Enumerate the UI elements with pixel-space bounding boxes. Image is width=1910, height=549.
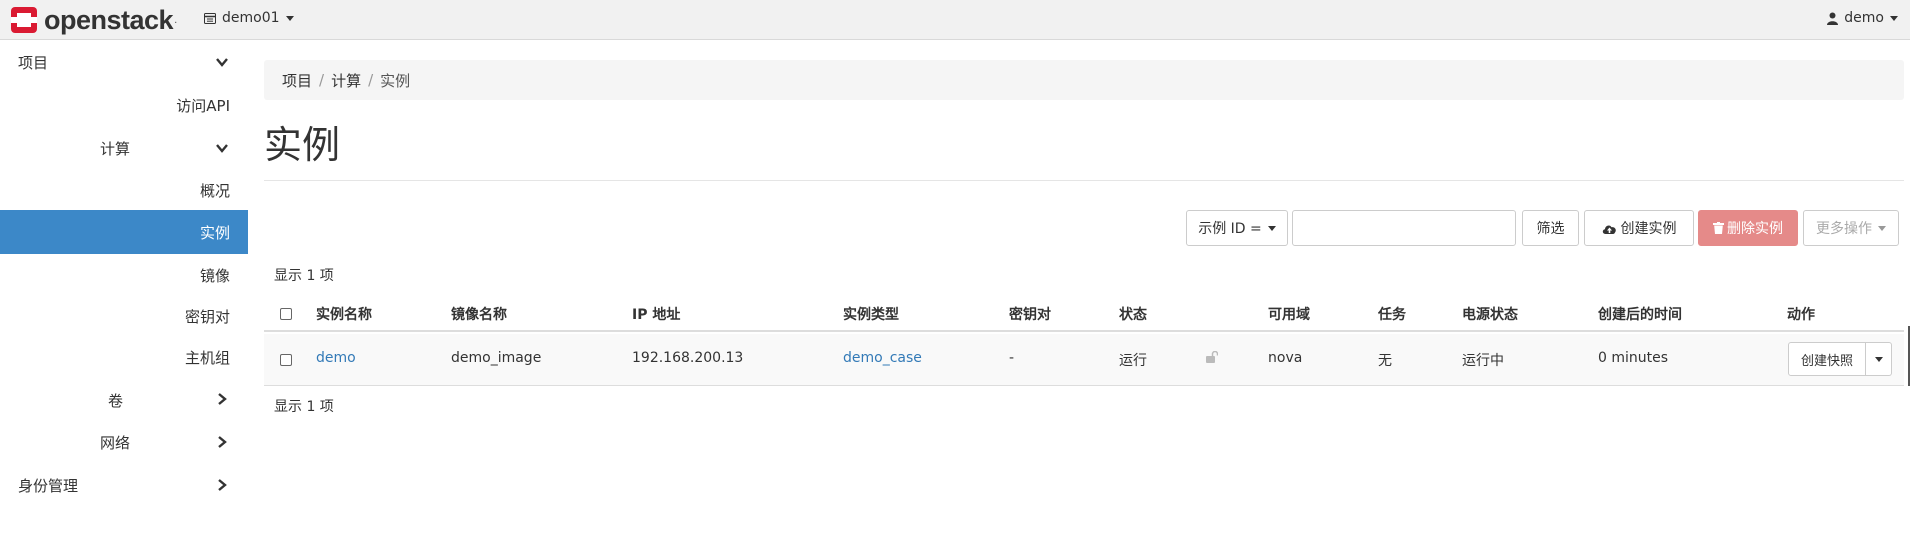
column-header-ip[interactable]: IP 地址	[632, 304, 680, 324]
brand-mark: .	[174, 14, 178, 26]
column-header-age[interactable]: 创建后的时间	[1598, 304, 1682, 324]
create-instance-button[interactable]: 创建实例	[1584, 210, 1694, 246]
sidebar-item-overview[interactable]: 概况	[200, 180, 230, 201]
sidebar-item-label: 访问API	[176, 97, 230, 115]
chevron-down-icon	[216, 144, 228, 153]
create-snapshot-label: 创建快照	[1801, 353, 1854, 369]
project-list-icon	[204, 12, 216, 24]
breadcrumb-item-project[interactable]: 项目	[282, 70, 312, 91]
column-header-status[interactable]: 状态	[1119, 304, 1147, 324]
chevron-right-icon	[218, 393, 227, 405]
project-switcher[interactable]: demo01	[204, 10, 294, 26]
sidebar: 项目 访问API 计算 概况 实例 镜像 密钥对 主机组 卷 网络 身份管理	[0, 40, 248, 549]
sidebar-item-compute[interactable]: 计算	[100, 138, 130, 159]
more-actions-label: 更多操作	[1816, 221, 1872, 237]
filter-field-select[interactable]: 示例 ID =	[1186, 210, 1288, 246]
zone-cell: nova	[1268, 350, 1303, 366]
table-row: demo demo_image 192.168.200.13 demo_case…	[264, 334, 1904, 386]
sidebar-item-keypairs[interactable]: 密钥对	[185, 306, 230, 327]
sidebar-item-api-access[interactable]: 访问API	[176, 95, 230, 116]
sidebar-item-network[interactable]: 网络	[100, 432, 130, 453]
delete-instances-button[interactable]: 删除实例	[1698, 210, 1798, 246]
column-header-image[interactable]: 镜像名称	[451, 304, 507, 324]
unlock-icon	[1206, 351, 1218, 363]
title-divider	[264, 180, 1904, 181]
sidebar-item-label: 主机组	[184, 349, 230, 367]
select-all-checkbox[interactable]	[280, 308, 292, 320]
column-header-name[interactable]: 实例名称	[316, 304, 372, 324]
user-icon	[1827, 12, 1839, 25]
sidebar-item-identity[interactable]: 身份管理	[18, 475, 78, 496]
keypair-cell: -	[1009, 350, 1015, 366]
chevron-down-icon	[1890, 15, 1898, 21]
filter-field-label: 示例 ID =	[1198, 221, 1262, 237]
chevron-right-icon	[218, 479, 227, 491]
filter-button[interactable]: 筛选	[1522, 210, 1579, 246]
chevron-down-icon	[216, 58, 228, 67]
sidebar-item-label: 计算	[100, 140, 131, 158]
sidebar-item-label: 项目	[18, 54, 49, 72]
row-actions: 创建快照	[1788, 342, 1893, 376]
sidebar-item-label: 概况	[199, 182, 230, 200]
more-actions-button[interactable]: 更多操作	[1803, 210, 1899, 246]
project-name: demo01	[222, 10, 280, 26]
column-header-power[interactable]: 电源状态	[1462, 304, 1518, 324]
flavor-link[interactable]: demo_case	[843, 350, 922, 366]
sidebar-item-volumes[interactable]: 卷	[108, 390, 123, 411]
column-header-zone[interactable]: 可用域	[1268, 304, 1310, 324]
table-header: 实例名称 镜像名称 IP 地址 实例类型 密钥对 状态 可用域 任务 电源状态 …	[264, 294, 1904, 332]
user-name: demo	[1844, 10, 1884, 26]
top-navbar: openstack . demo01 demo	[0, 0, 1910, 40]
filter-button-label: 筛选	[1536, 221, 1565, 237]
breadcrumb-item-instances: 实例	[380, 71, 411, 90]
image-name-cell: demo_image	[451, 350, 542, 366]
row-checkbox[interactable]	[280, 354, 292, 366]
sidebar-item-images[interactable]: 镜像	[200, 265, 230, 286]
create-instance-label: 创建实例	[1620, 221, 1677, 237]
chevron-down-icon	[285, 15, 294, 21]
sidebar-item-instances[interactable]: 实例	[0, 210, 248, 254]
chevron-down-icon	[1878, 225, 1886, 231]
row-actions-dropdown-toggle[interactable]	[1866, 342, 1893, 376]
page-title: 实例	[264, 123, 341, 167]
sidebar-item-label: 卷	[108, 392, 124, 410]
status-cell: 运行	[1119, 353, 1147, 369]
user-menu[interactable]: demo	[1827, 10, 1898, 26]
age-cell: 0 minutes	[1598, 350, 1669, 366]
trash-icon	[1713, 222, 1724, 234]
filter-input[interactable]	[1292, 210, 1516, 246]
ip-address-cell: 192.168.200.13	[632, 350, 744, 366]
power-state-cell: 运行中	[1462, 353, 1504, 369]
openstack-logo-icon	[11, 7, 37, 33]
sidebar-item-label: 镜像	[199, 267, 230, 285]
cloud-upload-icon	[1602, 224, 1616, 234]
delete-instances-label: 删除实例	[1727, 221, 1783, 237]
task-cell: 无	[1378, 353, 1392, 369]
breadcrumb: 项目 / 计算 / 实例	[264, 60, 1904, 100]
column-header-keypair[interactable]: 密钥对	[1009, 304, 1051, 324]
sidebar-item-host-groups[interactable]: 主机组	[185, 347, 230, 368]
breadcrumb-separator: /	[319, 71, 325, 89]
openstack-logo[interactable]: openstack .	[10, 3, 177, 37]
create-snapshot-button[interactable]: 创建快照	[1788, 342, 1867, 376]
column-header-task[interactable]: 任务	[1378, 304, 1406, 324]
column-header-actions: 动作	[1787, 307, 1815, 323]
sidebar-item-project[interactable]: 项目	[18, 52, 48, 73]
sidebar-item-label: 密钥对	[184, 308, 230, 326]
breadcrumb-separator: /	[368, 71, 374, 89]
brand-name: openstack	[44, 4, 174, 35]
sidebar-item-label: 身份管理	[18, 477, 79, 495]
item-count-top: 显示 1 项	[274, 268, 334, 284]
sidebar-item-label: 实例	[199, 224, 230, 242]
breadcrumb-item-compute[interactable]: 计算	[331, 70, 361, 91]
item-count-bottom: 显示 1 项	[274, 399, 334, 415]
instance-name-link[interactable]: demo	[316, 350, 356, 366]
chevron-right-icon	[218, 436, 227, 448]
sidebar-item-label: 网络	[100, 434, 131, 452]
chevron-down-icon	[1874, 356, 1883, 362]
chevron-down-icon	[1267, 225, 1276, 231]
column-header-flavor[interactable]: 实例类型	[843, 304, 899, 324]
